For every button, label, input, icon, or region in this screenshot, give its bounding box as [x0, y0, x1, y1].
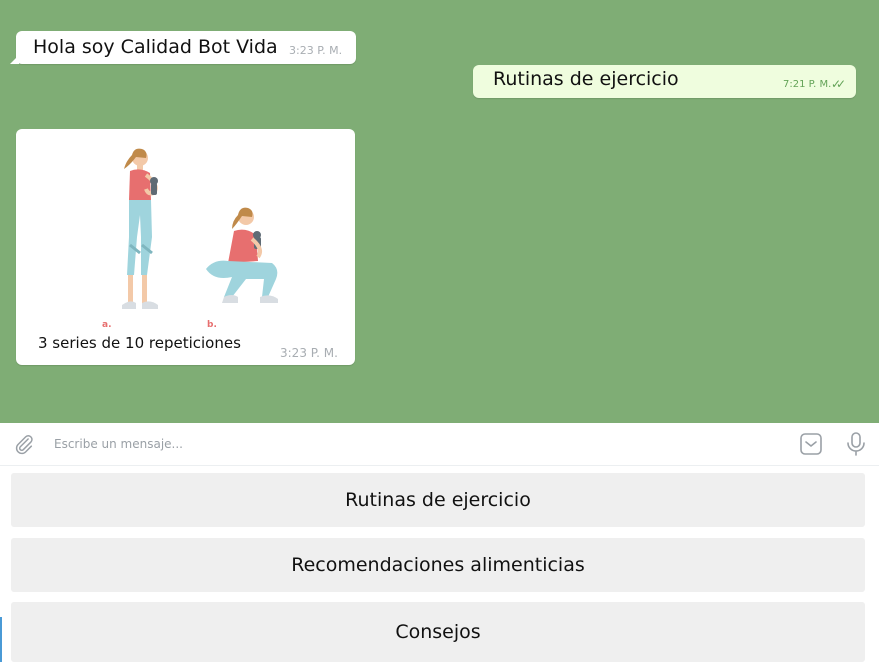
double-check-icon: ✓✓ — [831, 77, 846, 91]
message-time: 3:23 P. M. — [280, 346, 338, 360]
message-time: 7:21 P. M. — [783, 79, 832, 90]
message-text: Hola soy Calidad Bot Vida — [33, 36, 278, 58]
window-edge — [0, 617, 2, 662]
keyboard-button-recomendaciones[interactable]: Recomendaciones alimenticias — [11, 538, 865, 592]
chat-area: Hola soy Calidad Bot Vida 3:23 P. M. Rut… — [0, 0, 879, 423]
image-caption: 3 series de 10 repeticiones — [38, 334, 241, 352]
keyboard-button-rutinas[interactable]: Rutinas de ejercicio — [11, 473, 865, 527]
bot-keyboard: Rutinas de ejercicio Recomendaciones ali… — [0, 466, 879, 662]
microphone-icon[interactable] — [845, 431, 867, 457]
paperclip-icon[interactable] — [13, 433, 35, 455]
emoji-icon[interactable] — [799, 432, 823, 456]
keyboard-button-consejos[interactable]: Consejos — [11, 602, 865, 662]
message-input-bar: Escribe un mensaje... — [0, 423, 879, 466]
message-time: 3:23 P. M. — [289, 44, 343, 57]
message-text: Rutinas de ejercicio — [493, 68, 679, 90]
image-label-b: b. — [207, 320, 217, 330]
image-letter-labels: a. b. — [102, 320, 217, 330]
outgoing-message: Rutinas de ejercicio 7:21 P. M. ✓✓ — [473, 65, 856, 98]
message-input[interactable]: Escribe un mensaje... — [54, 437, 183, 451]
incoming-message: Hola soy Calidad Bot Vida 3:23 P. M. — [10, 31, 356, 64]
image-message[interactable]: a. b. 3 series de 10 repeticiones 3:23 P… — [16, 129, 355, 365]
image-label-a: a. — [102, 320, 112, 330]
